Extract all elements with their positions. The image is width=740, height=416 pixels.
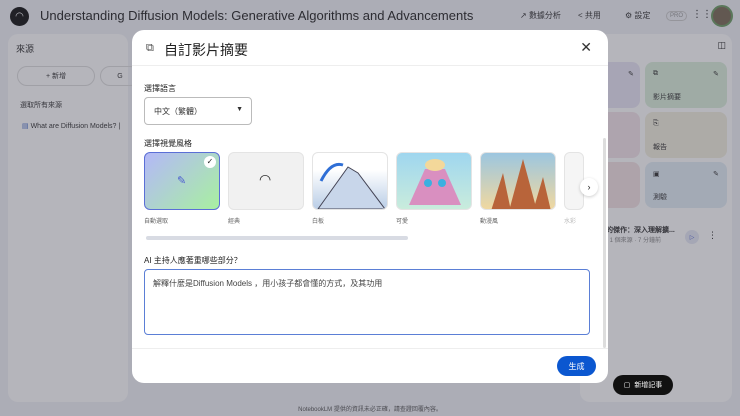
style-label: 選擇視覺風格: [144, 139, 192, 148]
style-label-anime: 動漫風: [480, 219, 499, 225]
note-icon: ▢: [623, 382, 631, 389]
style-option-classic[interactable]: ◠: [228, 152, 304, 210]
style-label-cute: 可愛: [396, 219, 409, 225]
language-label: 選擇語言: [144, 84, 176, 93]
style-label-watercolor: 水彩: [564, 219, 577, 225]
horizontal-scrollbar[interactable]: [146, 236, 408, 240]
style-label-whiteboard: 白板: [312, 219, 325, 225]
language-select[interactable]: 中文（繁體） ▼: [144, 97, 252, 125]
generate-button[interactable]: 生成: [557, 356, 596, 376]
cute-volcano-icon: [409, 159, 461, 205]
divider: [132, 348, 608, 349]
language-value: 中文（繁體）: [154, 107, 202, 116]
notebooklm-logo-icon: ◠: [259, 171, 272, 187]
style-label-auto: 自動選取: [144, 219, 169, 225]
close-icon[interactable]: ✕: [580, 39, 592, 56]
dropdown-arrow-icon: ▼: [236, 106, 243, 113]
style-label-classic: 經典: [228, 219, 241, 225]
dialog-title: 自訂影片摘要: [164, 42, 248, 58]
check-icon: ✓: [204, 156, 216, 168]
add-note-label: 新增記事: [634, 382, 663, 389]
focus-input[interactable]: 解釋什麼是Diffusion Models ，用小孩子都會懂的方式，及其功用: [144, 269, 590, 335]
video-icon: ⧉: [146, 42, 154, 54]
pencil-icon: ✎: [177, 175, 187, 187]
style-option-anime[interactable]: [480, 152, 556, 210]
volcano-sketch-icon: [317, 162, 386, 209]
rock-spire-icon: [491, 159, 551, 209]
focus-label: AI 主持人應著重哪些部分？: [144, 256, 242, 265]
vertical-scrollbar[interactable]: [603, 138, 606, 348]
add-note-button[interactable]: ▢ 新增記事: [613, 375, 673, 395]
next-styles-button[interactable]: ›: [580, 178, 598, 196]
style-option-whiteboard[interactable]: [312, 152, 388, 210]
customize-video-dialog: ⧉ 自訂影片摘要 ✕ 選擇語言 中文（繁體） ▼ 選擇視覺風格 ✎ ✓ ◠ › 自…: [132, 30, 608, 383]
style-option-auto[interactable]: ✎ ✓: [144, 152, 220, 210]
style-option-cute[interactable]: [396, 152, 472, 210]
